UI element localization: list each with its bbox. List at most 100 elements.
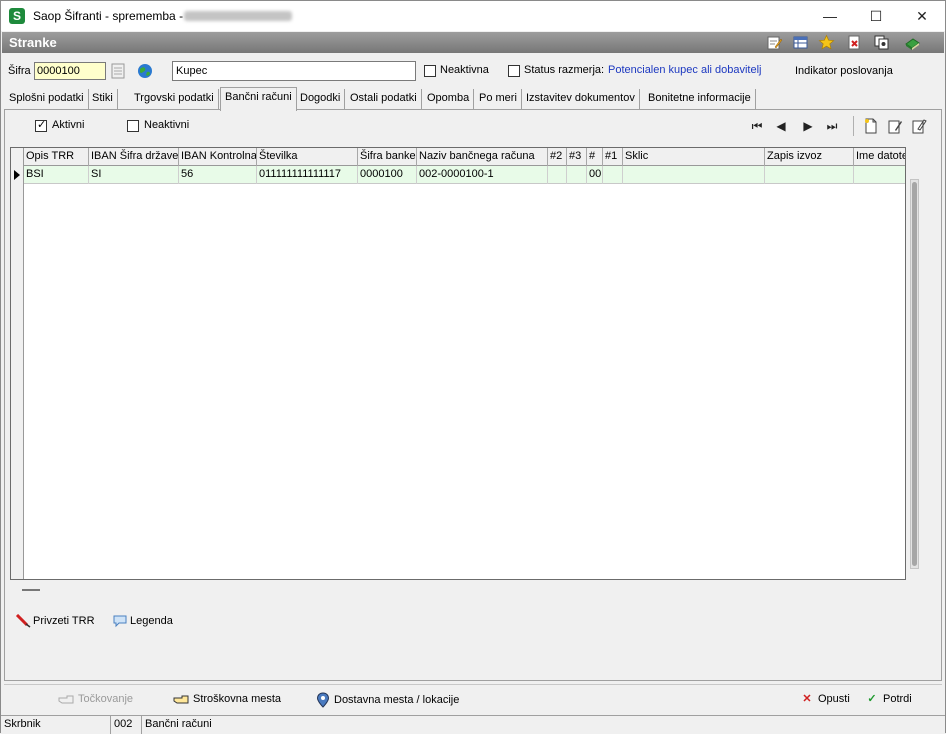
cell-iban-sifra-drzave[interactable]: SI — [89, 166, 179, 184]
cell-num3[interactable] — [567, 166, 587, 184]
vertical-scrollbar[interactable] — [910, 179, 919, 569]
status-user: Skrbnik — [1, 716, 111, 734]
legenda-label: Legenda — [130, 614, 173, 627]
column-header-zapis-izvoz[interactable]: Zapis izvoz — [765, 148, 854, 166]
aktivni-label: Aktivni — [52, 119, 85, 131]
column-header-iban-sifra-drzave[interactable]: IBAN Šifra države — [89, 148, 179, 166]
column-header-ime-datoteke[interactable]: Ime datote — [854, 148, 905, 166]
name-input[interactable]: Kupec — [172, 61, 416, 81]
neaktivni-checkbox[interactable] — [127, 120, 139, 132]
book-green-icon[interactable] — [904, 34, 921, 51]
dostavna-mesta-button[interactable]: Dostavna mesta / lokacije — [316, 692, 459, 708]
star-icon[interactable] — [818, 34, 835, 51]
neaktivni-label: Neaktivni — [144, 119, 190, 131]
close-button[interactable]: ✕ — [899, 1, 945, 31]
tockovanje-label: Točkovanje — [78, 692, 134, 705]
neaktivna-label: Neaktivna — [440, 64, 489, 76]
table-list-icon[interactable] — [792, 34, 809, 51]
tab-ostali-podatki[interactable]: Ostali podatki — [346, 89, 422, 109]
cell-iban-kontrolna[interactable]: 56 — [179, 166, 257, 184]
blurred-title-suffix — [184, 11, 292, 21]
aktivni-checkbox[interactable] — [35, 118, 47, 132]
status-razmerja-label: Status razmerja: — [524, 64, 605, 76]
pointing-hand-disabled-icon — [58, 695, 74, 704]
column-header-opis-trr[interactable]: Opis TRR — [24, 148, 89, 166]
cell-num1[interactable] — [603, 166, 623, 184]
pointing-hand-icon — [173, 695, 189, 704]
globe-icon[interactable] — [137, 63, 153, 79]
status-bar: Skrbnik 002 Bančni računi — [1, 715, 945, 734]
tab-po-meri[interactable]: Po meri — [475, 89, 522, 109]
neaktivna-checkbox[interactable] — [424, 65, 436, 77]
copy-settings-icon[interactable] — [873, 34, 890, 51]
sifra-label: Šifra — [8, 65, 31, 77]
privzeti-trr-button[interactable]: Privzeti TRR — [15, 613, 95, 628]
tab-bancni-racuni[interactable]: Bančni računi — [220, 87, 297, 111]
tab-stiki[interactable]: Stiki — [88, 89, 118, 109]
bottom-action-bar: Točkovanje Stroškovna mesta Dostavna mes… — [4, 684, 942, 714]
minimize-button[interactable]: — — [807, 1, 853, 31]
filter-toolbar: Aktivni Neaktivni ⏮ ◀ ▶ ⏭ — [5, 110, 941, 142]
tockovanje-button[interactable]: Točkovanje — [58, 692, 133, 706]
cell-num2[interactable] — [548, 166, 567, 184]
edit-record-alt-icon[interactable] — [911, 118, 927, 134]
cell-ime-datoteke[interactable] — [854, 166, 905, 184]
cell-sifra-banke[interactable]: 0000100 — [358, 166, 417, 184]
status-razmerja-value[interactable]: Potencialen kupec ali dobavitelj — [608, 64, 762, 76]
column-header-sifra-banke[interactable]: Šifra banke — [358, 148, 417, 166]
tab-bar: Splošni podatki Stiki Trgovski podatki B… — [5, 87, 941, 111]
column-header-num3[interactable]: #3 — [567, 148, 587, 166]
tab-splosni-podatki[interactable]: Splošni podatki — [5, 89, 89, 109]
tab-trgovski-podatki[interactable]: Trgovski podatki — [130, 89, 219, 109]
cell-num[interactable]: 00 — [587, 166, 603, 184]
legenda-button[interactable]: Legenda — [112, 614, 173, 628]
tab-dogodki[interactable]: Dogodki — [296, 89, 346, 109]
tab-bonitetne-informacije[interactable]: Bonitetne informacije — [644, 89, 756, 109]
sifra-input[interactable]: 0000100 — [34, 62, 106, 80]
speech-bubble-icon — [113, 615, 127, 628]
tab-izstavitev-dokumentov[interactable]: Izstavitev dokumentov — [522, 89, 640, 109]
potrdi-button[interactable]: ✓ Potrdi — [864, 692, 912, 705]
cell-opis-trr[interactable]: BSI — [24, 166, 89, 184]
row-indicator-column — [11, 148, 24, 579]
previous-record-icon[interactable]: ◀ — [772, 118, 790, 134]
cell-zapis-izvoz[interactable] — [765, 166, 854, 184]
title-bar: S Saop Šifranti - sprememba - — ☐ ✕ — [1, 1, 945, 31]
potrdi-label: Potrdi — [883, 693, 912, 705]
status-code: 002 — [111, 716, 142, 734]
column-header-num[interactable]: # — [587, 148, 603, 166]
delete-red-icon[interactable] — [846, 34, 863, 51]
new-record-icon[interactable] — [863, 118, 879, 134]
column-header-iban-kontrolna[interactable]: IBAN Kontrolna — [179, 148, 257, 166]
maximize-button[interactable]: ☐ — [853, 1, 899, 31]
column-header-num1[interactable]: #1 — [603, 148, 623, 166]
edit-record-icon[interactable] — [887, 118, 903, 134]
column-header-naziv-bancnega-racuna[interactable]: Naziv bančnega računa — [417, 148, 548, 166]
saop-app-icon: S — [9, 8, 25, 24]
toolbar-separator — [853, 116, 854, 136]
edit-notes-icon[interactable] — [766, 34, 783, 51]
privzeti-trr-label: Privzeti TRR — [33, 614, 95, 627]
column-header-sklic[interactable]: Sklic — [623, 148, 765, 166]
cell-naziv-bancnega-racuna[interactable]: 002-0000100-1 — [417, 166, 548, 184]
stroskovna-mesta-button[interactable]: Stroškovna mesta — [173, 692, 281, 706]
cell-stevilka[interactable]: 011111111111117 — [257, 166, 358, 184]
status-razmerja-checkbox[interactable] — [508, 65, 520, 77]
cell-sklic[interactable] — [623, 166, 765, 184]
first-record-icon[interactable]: ⏮ — [748, 118, 766, 134]
dostavna-mesta-label: Dostavna mesta / lokacije — [334, 693, 460, 706]
next-record-icon[interactable]: ▶ — [799, 118, 817, 134]
page-title: Stranke — [9, 35, 57, 50]
column-header-num2[interactable]: #2 — [548, 148, 567, 166]
table-row[interactable]: BSI SI 56 011111111111117 0000100 002-00… — [24, 166, 905, 184]
opusti-button[interactable]: ✕ Opusti — [799, 692, 849, 705]
tab-opomba[interactable]: Opomba — [423, 89, 475, 109]
stroskovna-mesta-label: Stroškovna mesta — [193, 692, 282, 705]
column-header-stevilka[interactable]: Številka — [257, 148, 358, 166]
vertical-scroll-thumb[interactable] — [912, 182, 917, 566]
lookup-table-icon[interactable] — [111, 63, 125, 79]
bank-accounts-grid[interactable]: Opis TRR IBAN Šifra države IBAN Kontroln… — [10, 147, 906, 580]
grid-header: Opis TRR IBAN Šifra države IBAN Kontroln… — [24, 148, 905, 166]
last-record-icon[interactable]: ⏭ — [823, 118, 841, 134]
horizontal-scroll-handle[interactable] — [22, 589, 40, 591]
